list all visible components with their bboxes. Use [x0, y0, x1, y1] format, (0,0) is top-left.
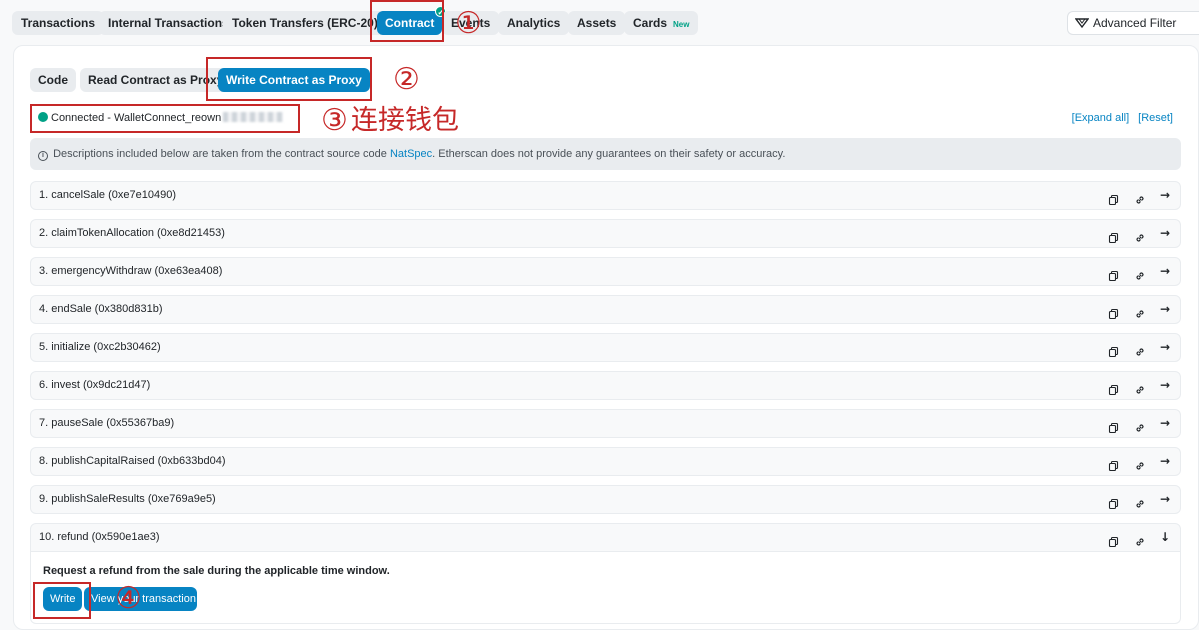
function-row[interactable]: 9. publishSaleResults (0xe769a9e5) → — [30, 485, 1181, 514]
link-icon[interactable] — [1134, 266, 1146, 280]
function-label: 10. refund (0x590e1ae3) — [39, 531, 160, 543]
link-icon[interactable] — [1134, 456, 1146, 470]
expand-arrow-icon[interactable]: → — [1160, 182, 1172, 202]
function-label: 6. invest (0x9dc21d47) — [39, 379, 151, 391]
copy-icon[interactable] — [1108, 266, 1120, 282]
tab-token-transfers[interactable]: Token Transfers (ERC-20) — [223, 11, 387, 35]
tab-internal-transactions[interactable]: Internal Transactions — [99, 11, 238, 35]
copy-icon[interactable] — [1108, 342, 1120, 358]
tab-analytics[interactable]: Analytics — [498, 11, 570, 35]
function-label: 2. claimTokenAllocation (0xe8d21453) — [39, 227, 225, 239]
annotation-number-4: ④ — [115, 581, 142, 616]
function-label: 5. initialize (0xc2b30462) — [39, 341, 161, 353]
link-icon[interactable] — [1134, 532, 1146, 546]
tab-transactions[interactable]: Transactions — [12, 11, 105, 35]
expand-arrow-icon[interactable]: → — [1160, 486, 1172, 506]
link-icon[interactable] — [1134, 228, 1146, 242]
function-label: 8. publishCapitalRaised (0xb633bd04) — [39, 455, 226, 467]
expand-arrow-icon[interactable]: → — [1160, 334, 1172, 354]
copy-icon[interactable] — [1108, 190, 1120, 206]
annotation-text-connect-wallet: 连接钱包 — [351, 105, 459, 136]
function-row[interactable]: 8. publishCapitalRaised (0xb633bd04) → — [30, 447, 1181, 476]
advanced-filter-button[interactable]: Advanced Filter — [1067, 11, 1199, 35]
annotation-box-write-proxy — [206, 57, 372, 101]
tab-cards[interactable]: Cards New — [624, 11, 699, 35]
copy-icon[interactable] — [1108, 532, 1120, 548]
tab-cards-label: Cards — [633, 16, 668, 30]
notice-prefix: Descriptions included below are taken fr… — [53, 148, 390, 160]
link-icon[interactable] — [1134, 342, 1146, 356]
reset-link[interactable]: [Reset] — [1138, 112, 1173, 124]
link-icon[interactable] — [1134, 418, 1146, 432]
copy-icon[interactable] — [1108, 304, 1120, 320]
expand-arrow-icon[interactable]: → — [1160, 220, 1172, 240]
advanced-filter-label: Advanced Filter — [1093, 16, 1177, 30]
new-badge: New — [673, 20, 690, 29]
function-row[interactable]: 2. claimTokenAllocation (0xe8d21453) → — [30, 219, 1181, 248]
function-row[interactable]: 5. initialize (0xc2b30462) → — [30, 333, 1181, 362]
annotation-box-write-button — [33, 582, 91, 619]
copy-icon[interactable] — [1108, 380, 1120, 396]
annotation-box-contract-tab — [370, 0, 444, 42]
copy-icon[interactable] — [1108, 418, 1120, 434]
function-row[interactable]: 6. invest (0x9dc21d47) → — [30, 371, 1181, 400]
function-row[interactable]: 4. endSale (0x380d831b) → — [30, 295, 1181, 324]
annotation-number-2: ② — [393, 62, 420, 97]
annotation-number-3: ③ — [321, 103, 348, 138]
tab-assets[interactable]: Assets — [568, 11, 626, 35]
info-icon: i — [38, 151, 48, 161]
function-label: 1. cancelSale (0xe7e10490) — [39, 189, 176, 201]
expand-arrow-icon[interactable]: → — [1160, 410, 1172, 430]
expand-arrow-icon[interactable]: → — [1160, 258, 1172, 278]
natspec-link[interactable]: NatSpec — [390, 148, 432, 160]
filter-icon — [1074, 18, 1090, 29]
collapse-arrow-icon[interactable]: ↓ — [1160, 524, 1172, 544]
link-icon[interactable] — [1134, 494, 1146, 508]
annotation-box-connection — [30, 104, 300, 133]
copy-icon[interactable] — [1108, 494, 1120, 510]
function-row[interactable]: 10. refund (0x590e1ae3) ↓ — [30, 523, 1181, 552]
copy-icon[interactable] — [1108, 228, 1120, 244]
expand-reset-links: [Expand all] [Reset] — [1063, 112, 1173, 124]
function-label: 7. pauseSale (0x55367ba9) — [39, 417, 175, 429]
expand-arrow-icon[interactable]: → — [1160, 372, 1172, 392]
natspec-notice: i Descriptions included below are taken … — [30, 138, 1181, 170]
expand-arrow-icon[interactable]: → — [1160, 448, 1172, 468]
expand-all-link[interactable]: [Expand all] — [1072, 112, 1129, 124]
copy-icon[interactable] — [1108, 456, 1120, 472]
refund-expanded-panel — [30, 552, 1181, 624]
annotation-number-1: ① — [455, 6, 482, 41]
function-label: 4. endSale (0x380d831b) — [39, 303, 163, 315]
notice-suffix: . Etherscan does not provide any guarant… — [432, 148, 786, 160]
link-icon[interactable] — [1134, 304, 1146, 318]
expand-arrow-icon[interactable]: → — [1160, 296, 1172, 316]
subtab-code[interactable]: Code — [30, 68, 76, 92]
link-icon[interactable] — [1134, 190, 1146, 204]
refund-description: Request a refund from the sale during th… — [43, 565, 390, 577]
function-row[interactable]: 1. cancelSale (0xe7e10490) → — [30, 181, 1181, 210]
function-label: 9. publishSaleResults (0xe769a9e5) — [39, 493, 216, 505]
function-row[interactable]: 3. emergencyWithdraw (0xe63ea408) → — [30, 257, 1181, 286]
function-row[interactable]: 7. pauseSale (0x55367ba9) → — [30, 409, 1181, 438]
function-label: 3. emergencyWithdraw (0xe63ea408) — [39, 265, 223, 277]
link-icon[interactable] — [1134, 380, 1146, 394]
